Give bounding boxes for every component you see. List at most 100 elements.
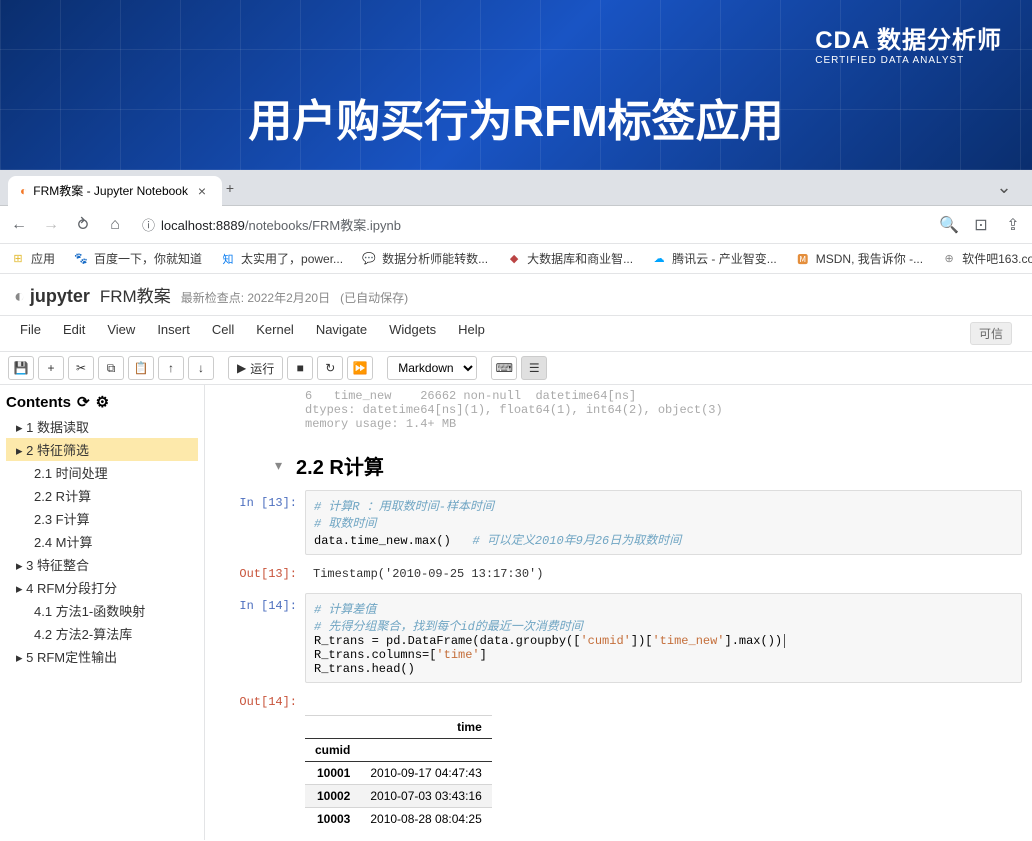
bookmark-item[interactable]: 🐾百度一下，你就知道	[73, 250, 202, 267]
section-title: 2.2 R计算	[296, 451, 384, 480]
menu-item[interactable]: Edit	[63, 322, 85, 345]
bookmark-label: 太实用了，power...	[241, 250, 343, 267]
bookmark-item[interactable]: ⊞ 应用	[10, 250, 55, 267]
restart-button[interactable]: ↻	[317, 356, 343, 380]
table-row: 100032010-08-28 08:04:25	[305, 808, 492, 831]
restart-run-button[interactable]: ⏩	[347, 356, 373, 380]
favicon-icon: 知	[220, 251, 236, 267]
toc-item[interactable]: ▸ 3 特征整合	[6, 553, 198, 576]
bookmark-icon[interactable]: ⊡	[970, 214, 992, 236]
bookmark-label: 腾讯云 - 产业智变...	[672, 250, 777, 267]
search-icon[interactable]: 🔍	[938, 214, 960, 236]
paste-button[interactable]: 📋	[128, 356, 154, 380]
cut-button[interactable]: ✂	[68, 356, 94, 380]
code-input[interactable]: # 计算R ：用取数时间-样本时间 # 取数时间 data.time_new.m…	[305, 490, 1022, 555]
toc-item[interactable]: ▸ 4 RFM分段打分	[6, 576, 198, 599]
checkpoint-text: 最新检查点: 2022年2月20日	[181, 289, 330, 306]
close-icon[interactable]: ×	[194, 183, 210, 199]
bookmark-label: 应用	[31, 250, 55, 267]
jupyter-icon: ◐	[20, 184, 27, 198]
code-cell[interactable]: In [13]: # 计算R ：用取数时间-样本时间 # 取数时间 data.t…	[235, 490, 1022, 555]
toc-item[interactable]: ▸ 1 数据读取	[6, 415, 198, 438]
new-tab-button[interactable]: +	[222, 180, 238, 196]
toc-item[interactable]: ▸ 2 特征筛选	[6, 438, 198, 461]
brand-banner: CDA 数据分析师 CERTIFIED DATA ANALYST 用户购买行为R…	[0, 0, 1032, 170]
save-button[interactable]: 💾	[8, 356, 34, 380]
copy-button[interactable]: ⧉	[98, 356, 124, 380]
menu-item[interactable]: Help	[458, 322, 485, 345]
add-cell-button[interactable]: +	[38, 356, 64, 380]
output-cell: Out[13]: Timestamp('2010-09-25 13:17:30'…	[235, 561, 1022, 587]
interrupt-button[interactable]: ■	[287, 356, 313, 380]
favicon-icon: ⊕	[941, 251, 957, 267]
browser-addressbar: ← → ⥁ ⌂ ⓘ localhost:8889/notebooks/FRM教案…	[0, 206, 1032, 244]
dataframe-table: time cumid 100012010-09-17 04:47:4310002…	[305, 715, 492, 830]
toc-item[interactable]: 2.3 F计算	[6, 507, 198, 530]
toc-item[interactable]: 2.4 M计算	[6, 530, 198, 553]
toc-item[interactable]: ▸ 5 RFM定性输出	[6, 645, 198, 668]
in-prompt: In [13]:	[235, 490, 305, 555]
table-row: 100012010-09-17 04:47:43	[305, 762, 492, 785]
toc-item[interactable]: 2.2 R计算	[6, 484, 198, 507]
window-minimize[interactable]: ⌄	[984, 177, 1024, 198]
bookmark-label: MSDN, 我告诉你 -...	[816, 250, 923, 267]
menu-item[interactable]: Widgets	[389, 322, 436, 345]
cell-type-select[interactable]: Markdown	[387, 356, 477, 380]
favicon-icon: ☁	[651, 251, 667, 267]
gear-icon[interactable]: ⚙	[96, 393, 109, 411]
notebook-title[interactable]: FRM教案	[100, 282, 171, 307]
refresh-icon[interactable]: ⟳	[77, 393, 90, 411]
move-down-button[interactable]: ↓	[188, 356, 214, 380]
brand-logo: CDA 数据分析师 CERTIFIED DATA ANALYST	[815, 20, 1002, 66]
bookmark-item[interactable]: ◆大数据库和商业智...	[506, 250, 633, 267]
toc-item[interactable]: 4.1 方法1-函数映射	[6, 599, 198, 622]
share-icon[interactable]: ⇪	[1002, 214, 1024, 236]
menu-item[interactable]: Kernel	[256, 322, 294, 345]
reload-button[interactable]: ⥁	[72, 214, 94, 236]
command-palette-button[interactable]: ⌨	[491, 356, 517, 380]
jupyter-logo: ◐ jupyter	[14, 286, 90, 307]
toc-item[interactable]: 2.1 时间处理	[6, 461, 198, 484]
banner-title: 用户购买行为RFM标签应用	[0, 85, 1032, 149]
section-header: ▾ 2.2 R计算	[275, 451, 1022, 480]
menu-item[interactable]: View	[107, 322, 135, 345]
text-cursor	[784, 634, 785, 648]
code-input[interactable]: # 计算差值 # 先得分组聚合，找到每个id的最近一次消费时间 R_trans …	[305, 593, 1022, 683]
home-button[interactable]: ⌂	[104, 214, 126, 236]
notebook-header: ◐ jupyter FRM教案 最新检查点: 2022年2月20日 (已自动保存…	[0, 274, 1032, 316]
favicon-icon: ⊞	[10, 251, 26, 267]
toc-item[interactable]: 4.2 方法2-算法库	[6, 622, 198, 645]
output-cell: Out[14]:	[235, 689, 1022, 709]
output-text: 6 time_new 26662 non-null datetime64[ns]…	[235, 385, 1022, 435]
bookmark-label: 软件吧163.com	[962, 250, 1032, 267]
bookmark-item[interactable]: 知太实用了，power...	[220, 250, 343, 267]
chevron-down-icon[interactable]: ▾	[275, 457, 282, 474]
bookmark-label: 数据分析师能转数...	[382, 250, 488, 267]
move-up-button[interactable]: ↑	[158, 356, 184, 380]
notebook-area: 6 time_new 26662 non-null datetime64[ns]…	[205, 385, 1032, 840]
bookmarks-bar: ⊞ 应用 🐾百度一下，你就知道 知太实用了，power... 💬 数据分析师能转数... ◆…	[0, 244, 1032, 274]
menu-item[interactable]: Cell	[212, 322, 234, 345]
toc-toggle-button[interactable]: ☰	[521, 356, 547, 380]
run-button[interactable]: ▶ 运行	[228, 356, 283, 380]
browser-tab[interactable]: ◐ FRM教案 - Jupyter Notebook ×	[8, 176, 222, 206]
favicon-icon: 💬	[361, 251, 377, 267]
url-input[interactable]: ⓘ localhost:8889/notebooks/FRM教案.ipynb	[136, 215, 928, 234]
bookmark-item[interactable]: 💬 数据分析师能转数...	[361, 250, 488, 267]
favicon-icon: 🅼	[795, 251, 811, 267]
bookmark-item[interactable]: ☁ 腾讯云 - 产业智变...	[651, 250, 777, 267]
bookmark-item[interactable]: 🅼 MSDN, 我告诉你 -...	[795, 250, 923, 267]
out-prompt: Out[13]:	[235, 561, 305, 587]
trust-badge[interactable]: 可信	[970, 322, 1012, 345]
in-prompt: In [14]:	[235, 593, 305, 683]
output-text: Timestamp('2010-09-25 13:17:30')	[305, 561, 1022, 587]
code-cell[interactable]: In [14]: # 计算差值 # 先得分组聚合，找到每个id的最近一次消费时间…	[235, 593, 1022, 683]
menu-item[interactable]: File	[20, 322, 41, 345]
forward-button[interactable]: →	[40, 214, 62, 236]
back-button[interactable]: ←	[8, 214, 30, 236]
bookmark-label: 百度一下，你就知道	[94, 250, 202, 267]
menu-item[interactable]: Navigate	[316, 322, 367, 345]
menu-item[interactable]: Insert	[157, 322, 190, 345]
toolbar: 💾 + ✂ ⧉ 📋 ↑ ↓ ▶ 运行 ■ ↻ ⏩ Markdown ⌨ ☰	[0, 351, 1032, 385]
bookmark-item[interactable]: ⊕ 软件吧163.com	[941, 250, 1032, 267]
